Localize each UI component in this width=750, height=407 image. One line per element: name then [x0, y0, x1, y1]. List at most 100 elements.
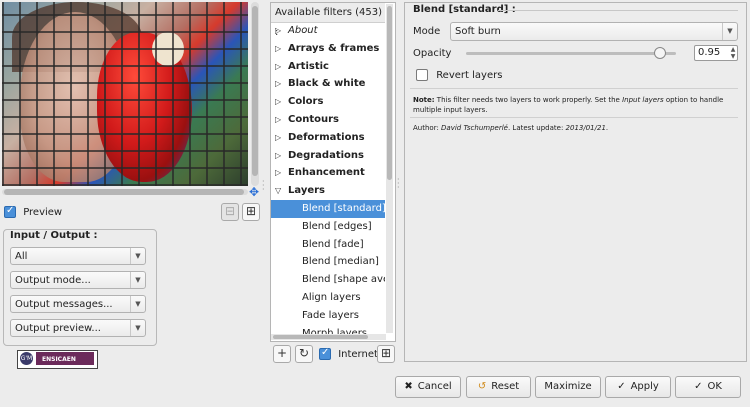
filter-item[interactable]: Fade layers — [271, 307, 385, 325]
collapsed-arrow-icon[interactable]: ▷ — [275, 75, 281, 93]
preview-vscroll-thumb[interactable] — [252, 6, 258, 176]
filters-header: Available filters (453) : — [271, 3, 385, 38]
filter-item[interactable]: Blend [fade] — [271, 236, 385, 254]
output-messages-select[interactable]: Output messages... ▼ — [10, 295, 146, 313]
input-layers-select[interactable]: All ▼ — [10, 247, 146, 265]
internet-label: Internet — [338, 348, 378, 360]
refresh-filters-button[interactable]: ↻ — [295, 345, 313, 363]
revert-layers-checkbox[interactable] — [416, 69, 428, 81]
divider — [410, 117, 738, 118]
close-icon: ✖ — [404, 381, 413, 392]
gmic-logo[interactable]: G'M ENSICAEN — [17, 350, 98, 369]
filter-category[interactable]: ▷ Enhancement — [271, 164, 385, 182]
preview-vertical-scrollbar[interactable] — [251, 2, 259, 186]
zoom-in-button[interactable]: ⊞ — [242, 203, 260, 221]
chevron-down-icon: ▼ — [130, 296, 145, 312]
filters-horizontal-scrollbar[interactable] — [271, 334, 386, 340]
plus-icon: ⊞ — [245, 204, 257, 218]
update-date: 2013/01/21 — [565, 124, 606, 132]
filter-label: Fade layers — [302, 309, 359, 321]
revert-layers-toggle[interactable]: Revert layers — [416, 69, 502, 81]
output-mode-select[interactable]: Output mode... ▼ — [10, 271, 146, 289]
collapsed-arrow-icon[interactable]: ▷ — [275, 147, 281, 165]
maximize-button[interactable]: Maximize — [535, 376, 601, 398]
filter-item[interactable]: Blend [median] — [271, 253, 385, 271]
title-divider — [498, 10, 738, 11]
collapsed-arrow-icon[interactable]: ▷ — [275, 22, 281, 40]
author-name: David Tschumperlé — [441, 124, 508, 132]
internet-checkbox[interactable] — [319, 347, 331, 360]
filter-label: Arrays & frames — [288, 42, 380, 54]
apply-label: Apply — [630, 381, 659, 392]
spin-arrows-icon[interactable]: ▲ ▼ — [729, 46, 737, 60]
splitter-handle-right[interactable]: · · · — [397, 176, 400, 192]
add-favorite-button[interactable]: + — [273, 345, 291, 363]
filters-vertical-scrollbar[interactable] — [386, 4, 393, 333]
filter-label: Blend [shape average] — [302, 274, 385, 286]
filter-item[interactable]: Blend [standard] — [271, 200, 385, 218]
collapsed-arrow-icon[interactable]: ▷ — [275, 93, 281, 111]
update-prefix: . Latest update: — [507, 124, 566, 132]
filter-category[interactable]: ▷ Degradations — [271, 147, 385, 165]
chevron-down-icon: ▼ — [130, 272, 145, 288]
output-preview-select[interactable]: Output preview... ▼ — [10, 319, 146, 337]
update-suffix: . — [605, 124, 609, 132]
filter-label: Contours — [288, 114, 339, 125]
preview-checkbox[interactable] — [4, 205, 16, 218]
filter-label: Blend [edges] — [302, 220, 372, 232]
collapsed-arrow-icon[interactable]: ▷ — [275, 40, 281, 58]
filter-item[interactable]: Blend [edges] — [271, 218, 385, 236]
preview-image[interactable] — [2, 2, 248, 186]
divider — [410, 88, 738, 89]
revert-layers-label: Revert layers — [436, 69, 503, 81]
filter-category[interactable]: ▷ About — [271, 22, 385, 40]
filters-vscroll-thumb[interactable] — [387, 6, 392, 180]
filter-label: Align layers — [302, 292, 361, 303]
cancel-button[interactable]: ✖ Cancel — [395, 376, 461, 398]
filters-hscroll-thumb[interactable] — [273, 335, 368, 339]
opacity-spinbox[interactable]: 0.95 ▲ ▼ — [694, 45, 738, 61]
collapsed-arrow-icon[interactable]: ▷ — [275, 58, 281, 76]
filter-category[interactable]: ▽ Layers — [271, 182, 385, 200]
ok-button[interactable]: ✓ OK — [675, 376, 741, 398]
ok-label: OK — [707, 381, 722, 392]
expand-all-button[interactable]: ⊞ — [377, 345, 395, 363]
filter-category[interactable]: ▷ Deformations — [271, 129, 385, 147]
collapsed-arrow-icon[interactable]: ▷ — [275, 164, 281, 182]
filter-label: Blend [fade] — [302, 238, 364, 250]
mode-select[interactable]: Soft burn ▼ — [450, 22, 738, 41]
opacity-slider[interactable] — [466, 52, 676, 55]
filter-category[interactable]: ▷ Artistic — [271, 58, 385, 76]
expanded-arrow-icon[interactable]: ▽ — [275, 182, 281, 200]
filter-category[interactable]: ▷ Contours — [271, 111, 385, 129]
internet-toggle[interactable]: Internet — [319, 347, 378, 360]
chevron-down-icon: ▼ — [130, 320, 145, 336]
apply-button[interactable]: ✓ Apply — [605, 376, 671, 398]
preview-horizontal-scrollbar[interactable] — [2, 189, 248, 195]
filter-item[interactable]: Blend [shape average] — [271, 271, 385, 289]
preview-toggle[interactable]: Preview — [4, 205, 62, 218]
filter-label: Blend [standard] — [302, 203, 385, 214]
filter-label: About — [288, 25, 318, 36]
collapsed-arrow-icon[interactable]: ▷ — [275, 129, 281, 147]
maximize-label: Maximize — [544, 381, 592, 392]
filter-label: Enhancement — [288, 167, 365, 179]
move-icon[interactable]: ✥ — [249, 186, 261, 198]
filter-item[interactable]: Align layers — [271, 289, 385, 307]
filter-label: Artistic — [288, 60, 329, 72]
opacity-slider-handle[interactable] — [653, 47, 666, 59]
filter-category[interactable]: ▷ Arrays & frames — [271, 40, 385, 58]
logo-emblem: G'M — [20, 352, 33, 365]
zoom-out-button[interactable]: ⊟ — [221, 203, 239, 221]
filter-category[interactable]: ▷ Colors — [271, 93, 385, 111]
filter-label: Degradations — [288, 149, 364, 161]
preview-hscroll-thumb[interactable] — [4, 189, 244, 195]
splitter-handle-left[interactable]: · · · — [262, 178, 265, 194]
filter-category[interactable]: ▷ Black & white — [271, 75, 385, 93]
cancel-label: Cancel — [417, 381, 452, 392]
filter-label: Colors — [288, 96, 324, 108]
reset-button[interactable]: ↺ Reset — [466, 376, 531, 398]
collapsed-arrow-icon[interactable]: ▷ — [275, 111, 281, 129]
note-text-1: This filter needs two layers to work pro… — [434, 96, 623, 104]
mode-label: Mode — [413, 26, 441, 37]
